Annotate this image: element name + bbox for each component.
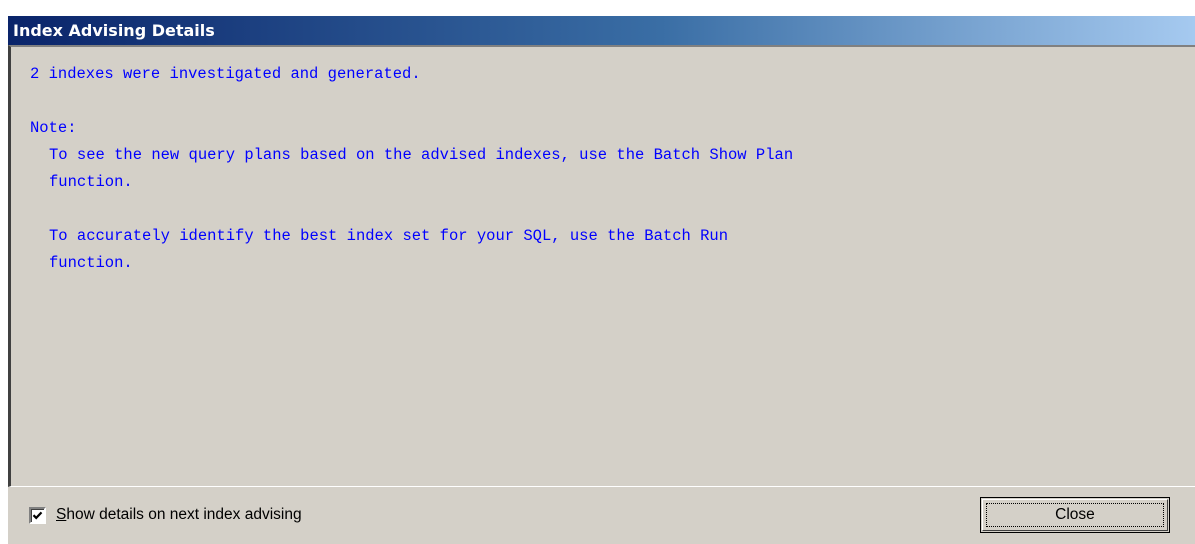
show-details-label[interactable]: Show details on next index advising [56,506,302,524]
close-button-label: Close [986,503,1164,527]
dialog-title: Index Advising Details [8,16,1195,45]
show-details-checkbox[interactable] [29,506,46,524]
details-line: 2 indexes were investigated and generate… [30,65,421,83]
details-line: To accurately identify the best index se… [49,227,729,245]
details-panel: 2 indexes were investigated and generate… [8,45,1195,487]
details-line: function. [49,173,133,191]
details-line: To see the new query plans based on the … [49,146,794,164]
close-button[interactable]: Close [980,497,1170,533]
details-blank-line [30,196,1180,223]
show-details-mnemonic: S [56,506,67,523]
show-details-option[interactable]: Show details on next index advising [29,506,302,524]
details-text: 2 indexes were investigated and generate… [30,61,1180,277]
show-details-label-rest: how details on next index advising [66,506,302,523]
details-blank-line [30,88,1180,115]
index-advising-dialog: Index Advising Details 2 indexes were in… [7,16,1195,544]
checkmark-icon [32,511,43,519]
details-line: function. [49,254,133,272]
details-line: Note: [30,119,77,137]
dialog-footer: Show details on next index advising Clos… [8,487,1195,544]
